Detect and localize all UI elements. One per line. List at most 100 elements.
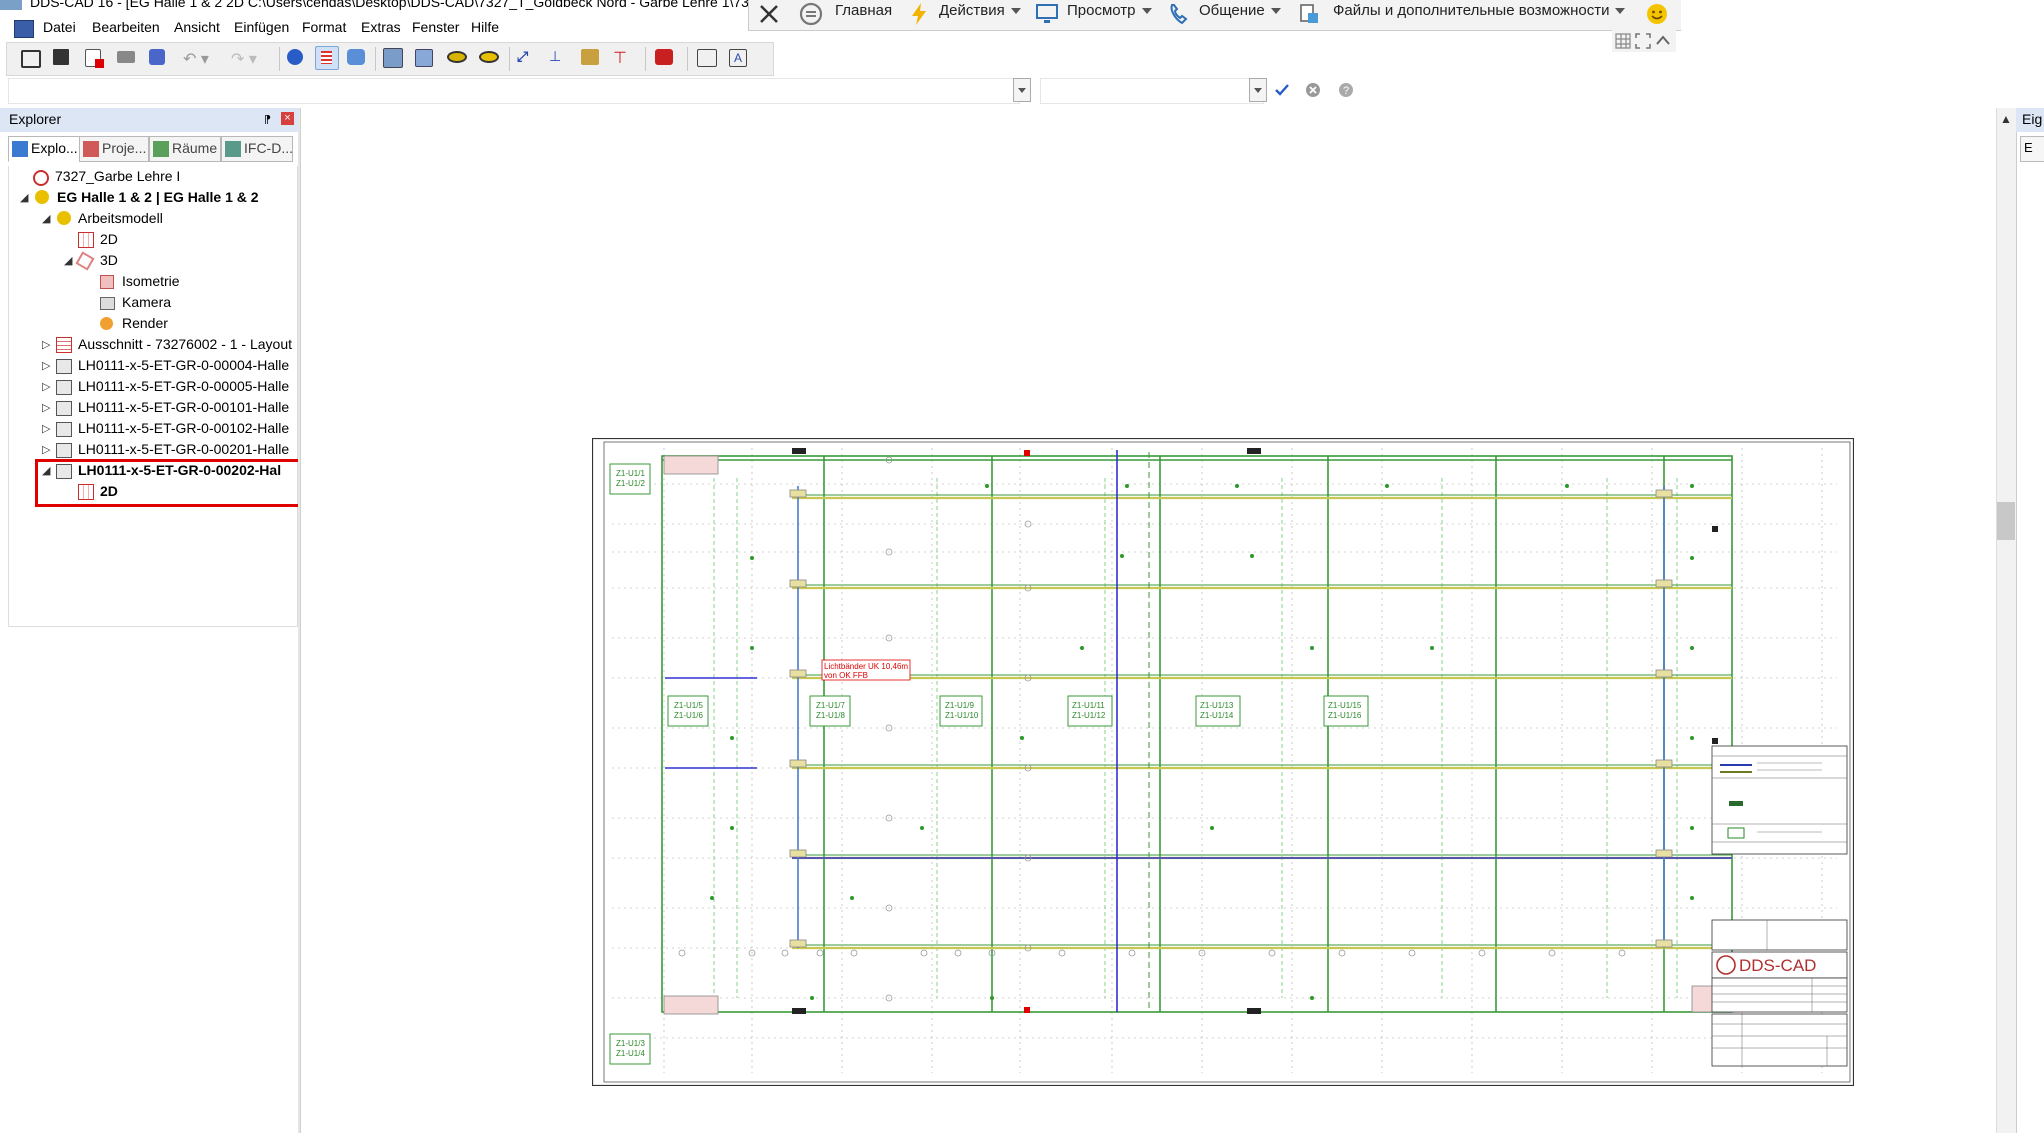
- home-button[interactable]: Главная: [835, 2, 892, 19]
- svg-text:Z1-U1/5: Z1-U1/5: [674, 701, 703, 710]
- bulb-icon: [35, 190, 49, 204]
- explorer-toggle-icon[interactable]: [21, 50, 41, 68]
- explorer-header: Explorer ⁋ ×: [0, 108, 298, 132]
- home-icon: [799, 2, 823, 26]
- zone-label-13-14: Z1-U1/13Z1-U1/14: [1195, 695, 1241, 727]
- properties-title: Eig: [2022, 111, 2043, 127]
- close-icon[interactable]: [757, 2, 781, 26]
- tree-node-label: 7327_Garbe Lehre I: [55, 168, 181, 184]
- view-menu[interactable]: Просмотр: [1067, 2, 1152, 19]
- eye-icon[interactable]: [447, 51, 467, 63]
- menu-datei[interactable]: Datei: [43, 19, 76, 35]
- menu-einfuegen[interactable]: Einfügen: [234, 19, 289, 35]
- svg-text:Z1-U1/4: Z1-U1/4: [616, 1049, 645, 1058]
- tab-ifc[interactable]: IFC-D...: [221, 136, 293, 162]
- document-icon[interactable]: [14, 20, 34, 38]
- expand-toggle[interactable]: ▷: [42, 359, 50, 372]
- building-icon[interactable]: [581, 49, 599, 65]
- menu-ansicht[interactable]: Ansicht: [174, 19, 220, 35]
- menu-fenster[interactable]: Fenster: [412, 19, 459, 35]
- cancel-icon[interactable]: [1305, 82, 1321, 98]
- rooms-tab-icon: [153, 141, 169, 157]
- fullscreen-icon[interactable]: [1634, 32, 1652, 50]
- tab-project[interactable]: Proje...: [79, 136, 149, 162]
- chat-label: Общение: [1199, 2, 1265, 19]
- expand-toggle[interactable]: ▷: [42, 401, 50, 414]
- number-icon[interactable]: [697, 49, 717, 67]
- settings-color-icon[interactable]: [655, 49, 673, 65]
- properties-tab[interactable]: E: [2020, 136, 2044, 162]
- print-preview-icon[interactable]: [149, 49, 165, 65]
- zone-label-3-4: Z1-U1/3Z1-U1/4: [609, 1033, 651, 1065]
- zoom-window-icon[interactable]: [383, 48, 403, 68]
- svg-text:Z1-U1/1: Z1-U1/1: [616, 469, 645, 478]
- collapse-toggle[interactable]: ◢: [64, 254, 72, 267]
- files-label: Файлы и дополнительные возможности: [1333, 2, 1610, 19]
- list-view-icon[interactable]: [315, 46, 339, 70]
- expand-toggle[interactable]: ▷: [42, 443, 50, 456]
- text-icon[interactable]: A: [729, 49, 747, 67]
- tab-rooms[interactable]: Räume: [149, 136, 221, 162]
- menu-hilfe[interactable]: Hilfe: [471, 19, 499, 35]
- zone-label-7-8: Z1-U1/7Z1-U1/8: [809, 695, 851, 727]
- close-panel-icon[interactable]: ×: [281, 112, 294, 125]
- signal-icon[interactable]: ⊤: [613, 48, 631, 67]
- pin-icon[interactable]: ⁋: [264, 113, 271, 126]
- value-combo[interactable]: [1040, 78, 1264, 104]
- collapse-toggle[interactable]: ◢: [20, 191, 28, 204]
- redo-icon[interactable]: ↷ ▾: [231, 49, 257, 71]
- zone-label-5-6: Z1-U1/5Z1-U1/6: [667, 695, 709, 727]
- value-combo-dropdown[interactable]: [1249, 78, 1267, 102]
- smiley-icon[interactable]: [1645, 2, 1669, 26]
- layer-combo[interactable]: [8, 78, 1020, 104]
- visibility-icon[interactable]: [479, 51, 499, 63]
- svg-text:Z1-U1/11: Z1-U1/11: [1072, 701, 1105, 710]
- tab-explorer-label: Explo...: [31, 140, 78, 156]
- explorer-panel: Explorer ⁋ × Explo... Proje... Räume IFC…: [0, 108, 299, 1133]
- svg-text:Z1-U1/8: Z1-U1/8: [816, 711, 845, 720]
- scroll-up-icon[interactable]: ▲: [2000, 112, 2012, 126]
- help-icon[interactable]: ?: [1338, 82, 1354, 98]
- svg-text:Z1-U1/13: Z1-U1/13: [1200, 701, 1234, 710]
- vertical-scrollbar[interactable]: [1996, 108, 2017, 1133]
- expand-toggle[interactable]: ▷: [42, 422, 50, 435]
- print-icon[interactable]: [117, 51, 135, 63]
- collapse-toggle[interactable]: ◢: [42, 212, 50, 225]
- save-icon[interactable]: [53, 49, 69, 65]
- scrollbar-thumb[interactable]: [1997, 502, 2015, 540]
- layer-icon[interactable]: [415, 49, 433, 67]
- tree-node-label: Kamera: [122, 294, 172, 310]
- expand-toggle[interactable]: ▷: [42, 380, 50, 393]
- menu-format[interactable]: Format: [302, 19, 346, 35]
- actions-menu[interactable]: Действия: [939, 2, 1021, 19]
- tree-node-label: LH0111-x-5-ET-GR-0-00101-Halle: [78, 399, 290, 415]
- tree-node-label: LH0111-x-5-ET-GR-0-00201-Halle: [78, 441, 290, 457]
- view-label: Просмотр: [1067, 2, 1136, 19]
- remote-control-bar: Главная Действия Просмотр Общение Файлы …: [748, 0, 1681, 31]
- tab-explorer[interactable]: Explo...: [8, 136, 80, 162]
- camera-icon: [100, 297, 115, 310]
- network-icon[interactable]: [347, 49, 365, 65]
- svg-text:?: ?: [1343, 85, 1349, 97]
- undo-icon[interactable]: ↶ ▾: [183, 49, 209, 71]
- project-tree: [8, 166, 298, 627]
- globe-icon[interactable]: [287, 49, 303, 65]
- chat-menu[interactable]: Общение: [1199, 2, 1281, 19]
- dimension-icon[interactable]: ⊥: [549, 48, 567, 66]
- grid-icon[interactable]: [1614, 32, 1632, 50]
- phone-icon: [1170, 4, 1188, 25]
- property-combo-row: ?: [0, 76, 1370, 106]
- floor-plan-drawing[interactable]: Lichtbänder UK 10,46m von OK FFB Z1-U1/1…: [592, 438, 1854, 1086]
- files-menu[interactable]: Файлы и дополнительные возможности: [1333, 2, 1626, 19]
- selection-highlight: [35, 459, 306, 507]
- menu-extras[interactable]: Extras: [361, 19, 401, 35]
- measure-icon[interactable]: ⤢: [517, 48, 535, 66]
- main-toolbar: ↶ ▾ ↷ ▾ ⤢ ⊥ ⊤ A: [6, 42, 774, 76]
- close-file-icon[interactable]: [85, 49, 104, 68]
- layer-combo-dropdown[interactable]: [1013, 78, 1031, 102]
- menu-bearbeiten[interactable]: Bearbeiten: [92, 19, 160, 35]
- chevron-up-icon[interactable]: [1654, 32, 1672, 50]
- tab-rooms-label: Räume: [172, 140, 218, 156]
- confirm-icon[interactable]: [1274, 82, 1290, 98]
- expand-toggle[interactable]: ▷: [42, 338, 50, 351]
